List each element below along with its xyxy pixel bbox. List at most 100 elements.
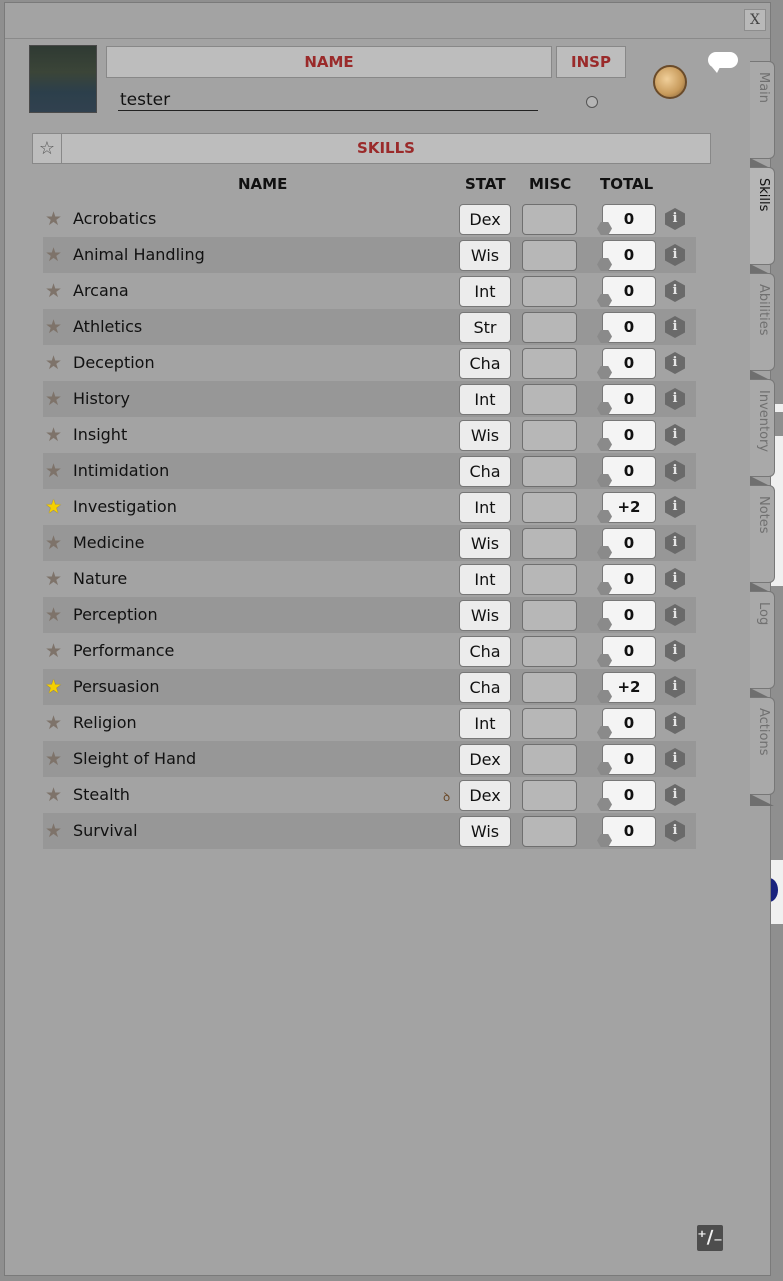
skill-misc-input[interactable]	[522, 312, 577, 343]
skill-stat-select[interactable]: Wis	[459, 240, 511, 271]
skill-misc-input[interactable]	[522, 744, 577, 775]
skill-stat-select[interactable]: Int	[459, 492, 511, 523]
skill-misc-input[interactable]	[522, 636, 577, 667]
star-icon[interactable]: ★	[45, 281, 62, 301]
info-icon[interactable]: i	[665, 784, 685, 806]
skill-name[interactable]: Nature	[73, 561, 127, 597]
skill-misc-input[interactable]	[522, 204, 577, 235]
star-icon[interactable]: ★	[45, 677, 62, 697]
skill-name[interactable]: Medicine	[73, 525, 144, 561]
skill-stat-select[interactable]: Dex	[459, 780, 511, 811]
skill-stat-select[interactable]: Wis	[459, 816, 511, 847]
skill-name[interactable]: Perception	[73, 597, 158, 633]
skill-name[interactable]: Investigation	[73, 489, 177, 525]
skill-stat-select[interactable]: Int	[459, 708, 511, 739]
skill-stat-select[interactable]: Int	[459, 384, 511, 415]
tab-actions[interactable]: Actions	[750, 697, 775, 806]
star-icon[interactable]: ★	[45, 209, 62, 229]
tab-skills[interactable]: Skills	[750, 167, 775, 276]
skill-name[interactable]: Sleight of Hand	[73, 741, 196, 777]
skill-name[interactable]: Performance	[73, 633, 174, 669]
skill-name[interactable]: Stealth	[73, 777, 130, 813]
info-icon[interactable]: i	[665, 532, 685, 554]
tab-notes[interactable]: Notes	[750, 485, 775, 594]
info-icon[interactable]: i	[665, 388, 685, 410]
star-icon[interactable]: ★	[45, 749, 62, 769]
resize-icon[interactable]: ⁺∕₋	[697, 1225, 723, 1251]
skill-misc-input[interactable]	[522, 276, 577, 307]
info-icon[interactable]: i	[665, 208, 685, 230]
skill-stat-select[interactable]: Wis	[459, 420, 511, 451]
skill-name[interactable]: Persuasion	[73, 669, 160, 705]
inspiration-toggle[interactable]	[586, 96, 598, 108]
skill-misc-input[interactable]	[522, 528, 577, 559]
skill-stat-select[interactable]: Int	[459, 564, 511, 595]
star-icon[interactable]: ★	[45, 317, 62, 337]
skill-misc-input[interactable]	[522, 708, 577, 739]
skill-name[interactable]: Deception	[73, 345, 155, 381]
info-icon[interactable]: i	[665, 604, 685, 626]
info-icon[interactable]: i	[665, 568, 685, 590]
skill-stat-select[interactable]: Cha	[459, 348, 511, 379]
info-icon[interactable]: i	[665, 460, 685, 482]
character-portrait[interactable]	[29, 45, 97, 113]
skill-name[interactable]: Athletics	[73, 309, 142, 345]
info-icon[interactable]: i	[665, 496, 685, 518]
star-icon[interactable]: ★	[45, 605, 62, 625]
skill-stat-select[interactable]: Dex	[459, 744, 511, 775]
info-icon[interactable]: i	[665, 424, 685, 446]
skill-name[interactable]: Arcana	[73, 273, 129, 309]
star-icon[interactable]: ☆	[33, 134, 62, 163]
skill-misc-input[interactable]	[522, 816, 577, 847]
star-icon[interactable]: ★	[45, 353, 62, 373]
star-icon[interactable]: ★	[45, 389, 62, 409]
star-icon[interactable]: ★	[45, 641, 62, 661]
info-icon[interactable]: i	[665, 316, 685, 338]
star-icon[interactable]: ★	[45, 821, 62, 841]
coin-icon[interactable]	[653, 65, 687, 99]
tab-main[interactable]: Main	[750, 61, 775, 170]
info-icon[interactable]: i	[665, 280, 685, 302]
skill-stat-select[interactable]: Wis	[459, 600, 511, 631]
skill-name[interactable]: Animal Handling	[73, 237, 205, 273]
skill-misc-input[interactable]	[522, 564, 577, 595]
star-icon[interactable]: ★	[45, 785, 62, 805]
skill-misc-input[interactable]	[522, 492, 577, 523]
skill-misc-input[interactable]	[522, 780, 577, 811]
star-icon[interactable]: ★	[45, 497, 62, 517]
info-icon[interactable]: i	[665, 676, 685, 698]
info-icon[interactable]: i	[665, 352, 685, 374]
skill-stat-select[interactable]: Cha	[459, 672, 511, 703]
skill-name[interactable]: Intimidation	[73, 453, 169, 489]
skill-stat-select[interactable]: Dex	[459, 204, 511, 235]
skill-name[interactable]: Survival	[73, 813, 138, 849]
star-icon[interactable]: ★	[45, 461, 62, 481]
skill-name[interactable]: History	[73, 381, 130, 417]
character-name-field[interactable]: tester	[118, 89, 538, 111]
skill-name[interactable]: Religion	[73, 705, 137, 741]
info-icon[interactable]: i	[665, 244, 685, 266]
skill-stat-select[interactable]: Cha	[459, 456, 511, 487]
skill-stat-select[interactable]: Wis	[459, 528, 511, 559]
star-icon[interactable]: ★	[45, 533, 62, 553]
info-icon[interactable]: i	[665, 640, 685, 662]
star-icon[interactable]: ★	[45, 569, 62, 589]
info-icon[interactable]: i	[665, 820, 685, 842]
close-button[interactable]: X	[744, 9, 766, 31]
skill-misc-input[interactable]	[522, 456, 577, 487]
skill-stat-select[interactable]: Str	[459, 312, 511, 343]
skill-misc-input[interactable]	[522, 348, 577, 379]
star-icon[interactable]: ★	[45, 245, 62, 265]
skill-stat-select[interactable]: Int	[459, 276, 511, 307]
star-icon[interactable]: ★	[45, 713, 62, 733]
tab-inventory[interactable]: Inventory	[750, 379, 775, 488]
skill-misc-input[interactable]	[522, 600, 577, 631]
skill-name[interactable]: Acrobatics	[73, 201, 156, 237]
tab-log[interactable]: Log	[750, 591, 775, 700]
skill-stat-select[interactable]: Cha	[459, 636, 511, 667]
skill-misc-input[interactable]	[522, 384, 577, 415]
tab-abilities[interactable]: Abilities	[750, 273, 775, 382]
skill-misc-input[interactable]	[522, 420, 577, 451]
star-icon[interactable]: ★	[45, 425, 62, 445]
info-icon[interactable]: i	[665, 748, 685, 770]
